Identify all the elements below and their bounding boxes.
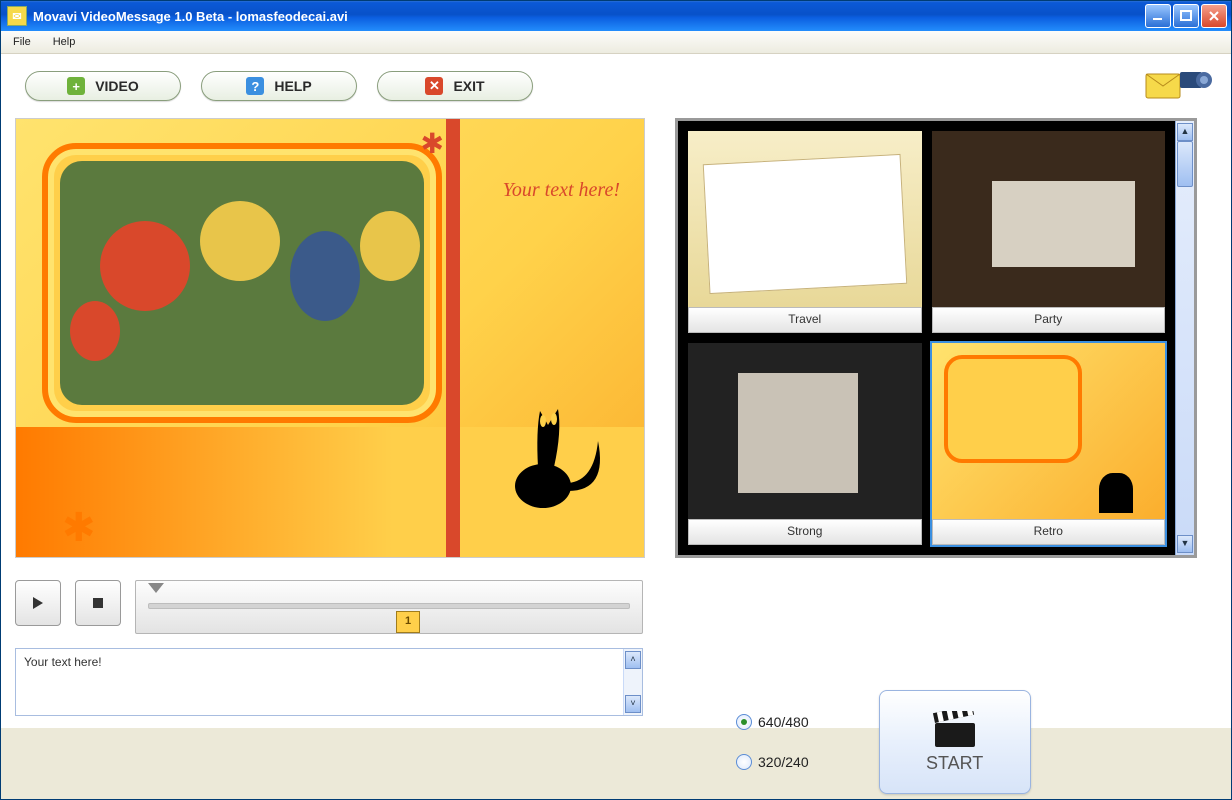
scroll-up-button[interactable]: ˄ [625, 651, 641, 669]
sparkle-icon: ✱ [421, 127, 444, 160]
template-label: Travel [688, 307, 922, 333]
template-gallery: Travel Party Strong Retro [675, 118, 1197, 558]
app-window: ✉ Movavi VideoMessage 1.0 Beta - lomasfe… [0, 0, 1232, 800]
output-size-radios: 640/480 320/240 [736, 714, 809, 770]
cat-icon [488, 391, 608, 511]
preview-video-content [60, 161, 424, 405]
radio-dot-icon [736, 714, 752, 730]
close-button[interactable] [1201, 4, 1227, 28]
start-button[interactable]: START [879, 690, 1031, 794]
timeline-start-marker[interactable] [148, 583, 164, 593]
plus-icon: + [67, 77, 85, 95]
radio-320x240[interactable]: 320/240 [736, 754, 809, 770]
template-label: Strong [688, 519, 922, 545]
help-button[interactable]: ? HELP [201, 71, 357, 101]
timeline-slider[interactable]: 1 [135, 580, 643, 634]
menu-help[interactable]: Help [49, 34, 80, 50]
app-logo-icon [1143, 66, 1213, 106]
scroll-down-button[interactable]: ˅ [625, 695, 641, 713]
timeline-frame-marker[interactable]: 1 [396, 611, 420, 633]
caption-textbox: Your text here! ˄ ˅ [15, 648, 643, 716]
minimize-button[interactable] [1145, 4, 1171, 28]
preview-frame [42, 143, 442, 423]
scroll-up-button[interactable]: ▲ [1177, 123, 1193, 141]
menu-file[interactable]: File [9, 34, 35, 50]
main-toolbar: + VIDEO ? HELP ✕ EXIT [15, 60, 1217, 118]
menu-bar: File Help [1, 31, 1231, 54]
video-button-label: VIDEO [95, 78, 139, 94]
client-area: + VIDEO ? HELP ✕ EXIT [1, 54, 1231, 728]
template-label: Retro [932, 519, 1166, 545]
window-title: Movavi VideoMessage 1.0 Beta - lomasfeod… [33, 9, 348, 24]
template-item-travel[interactable]: Travel [686, 129, 924, 335]
scroll-thumb[interactable] [1177, 141, 1193, 187]
radio-dot-icon [736, 754, 752, 770]
template-thumb [688, 131, 922, 307]
template-item-party[interactable]: Party [930, 129, 1168, 335]
template-thumb [688, 343, 922, 519]
sparkle-icon: ✱ [62, 505, 96, 551]
video-button[interactable]: + VIDEO [25, 71, 181, 101]
maximize-button[interactable] [1173, 4, 1199, 28]
caption-input[interactable]: Your text here! [16, 649, 623, 715]
clapperboard-icon [931, 711, 979, 749]
help-button-label: HELP [274, 78, 311, 94]
play-button[interactable] [15, 580, 61, 626]
template-item-strong[interactable]: Strong [686, 341, 924, 547]
textbox-scrollbar[interactable]: ˄ ˅ [623, 649, 642, 715]
close-icon: ✕ [425, 77, 443, 95]
preview-text-placeholder: Your text here! [503, 179, 620, 202]
title-bar: ✉ Movavi VideoMessage 1.0 Beta - lomasfe… [1, 1, 1231, 31]
help-icon: ? [246, 77, 264, 95]
stop-button[interactable] [75, 580, 121, 626]
start-button-label: START [926, 753, 983, 774]
exit-button[interactable]: ✕ EXIT [377, 71, 533, 101]
template-label: Party [932, 307, 1166, 333]
radio-label: 320/240 [758, 754, 809, 770]
template-thumb [932, 131, 1166, 307]
template-thumb [932, 343, 1166, 519]
app-icon: ✉ [7, 6, 27, 26]
gallery-scrollbar[interactable]: ▲ ▼ [1175, 121, 1194, 555]
radio-label: 640/480 [758, 714, 809, 730]
radio-640x480[interactable]: 640/480 [736, 714, 809, 730]
video-preview: Your text here! ✱ ✱ [15, 118, 645, 558]
exit-button-label: EXIT [453, 78, 484, 94]
template-item-retro[interactable]: Retro [930, 341, 1168, 547]
scroll-down-button[interactable]: ▼ [1177, 535, 1193, 553]
